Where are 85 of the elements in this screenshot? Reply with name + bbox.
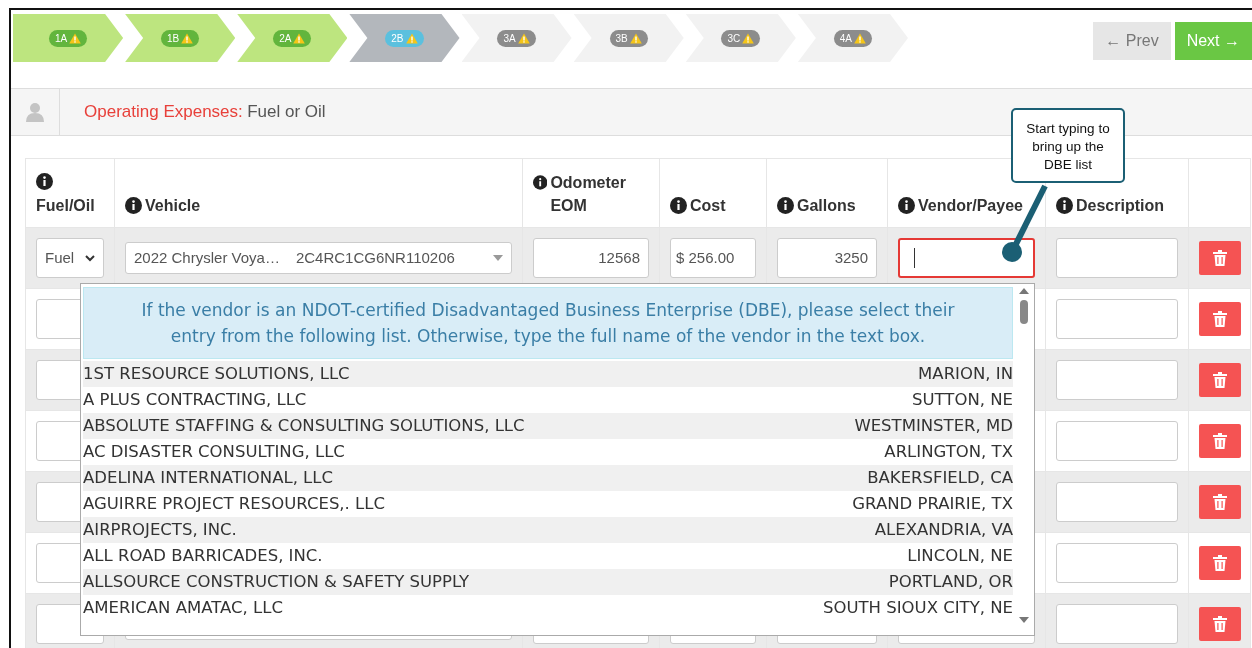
vendor-name: AMERICAN AMATAC, LLC — [83, 596, 283, 619]
cost-field[interactable]: $ 256.00 — [670, 238, 756, 278]
vehicle-select[interactable]: 2022 Chrysler Voya… 2C4RC1CG6NR110206 — [125, 242, 512, 274]
delete-button[interactable] — [1199, 485, 1241, 519]
vendor-name: A PLUS CONTRACTING, LLC — [83, 388, 307, 411]
description-field[interactable] — [1056, 543, 1178, 583]
step-badge: 3A — [497, 29, 536, 47]
vendor-name: ALLSOURCE CONSTRUCTION & SAFETY SUPPLY — [83, 570, 470, 593]
vendor-location: GRAND PRAIRIE, TX — [852, 492, 1013, 515]
step-badge: 1A — [48, 29, 88, 47]
column-header: Odometer EOM — [550, 172, 627, 216]
scrollbar-thumb[interactable] — [1019, 300, 1028, 324]
vendor-name: AIRPROJECTS, INC. — [83, 518, 237, 541]
description-field[interactable] — [1056, 299, 1178, 339]
dropdown-arrow-icon — [493, 255, 503, 261]
vendor-option[interactable]: ABSOLUTE STAFFING & CONSULTING SOLUTIONS, LLC WESTMINSTER, MD — [83, 413, 1013, 439]
gallons-field[interactable]: 3250 — [777, 238, 877, 278]
info-icon — [36, 172, 53, 190]
vendor-name: 1ST RESOURCE SOLUTIONS, LLC — [83, 362, 350, 385]
delete-button[interactable] — [1199, 607, 1241, 641]
section-title: Operating Expenses: Fuel or Oil — [84, 101, 326, 124]
step-badge: 2B — [385, 29, 424, 47]
trash-icon — [1213, 555, 1227, 571]
column-header: Fuel/Oil — [36, 196, 95, 214]
info-icon — [533, 173, 548, 191]
trash-icon — [1213, 433, 1227, 449]
vendor-location: BAKERSFIELD, CA — [867, 466, 1013, 489]
description-field[interactable] — [1056, 482, 1178, 522]
step-badge: 3B — [609, 29, 648, 47]
delete-button[interactable] — [1199, 363, 1241, 397]
vendor-option[interactable]: AIRPROJECTS, INC. ALEXANDRIA, VA — [83, 517, 1013, 543]
trash-icon — [1213, 494, 1227, 510]
trash-icon — [1213, 311, 1227, 327]
vendor-option[interactable]: ALLSOURCE CONSTRUCTION & SAFETY SUPPLY PORTLAND, OR — [83, 569, 1013, 595]
vendor-location: PORTLAND, OR — [888, 570, 1013, 593]
scroll-down-arrow-icon — [1018, 617, 1029, 623]
tooltip-text: Start typing to bring up the DBE list — [1011, 108, 1125, 183]
delete-button[interactable] — [1199, 546, 1241, 580]
step-badge: 2A — [273, 29, 312, 47]
trash-icon — [1213, 372, 1227, 388]
step-badge: 1B — [161, 29, 200, 47]
description-field[interactable] — [1056, 238, 1178, 278]
chevron-icon — [85, 254, 95, 262]
vendor-name: AC DISASTER CONSULTING, LLC — [83, 440, 345, 463]
vendor-location: ARLINGTON, TX — [884, 440, 1013, 463]
info-icon — [777, 196, 794, 214]
step-badge: 4A — [833, 29, 873, 47]
vendor-location: SUTTON, NE — [912, 388, 1013, 411]
user-icon — [26, 102, 44, 122]
odometer-field[interactable]: 12568 — [533, 238, 649, 278]
info-icon — [125, 196, 142, 214]
vendor-location: MARION, IN — [918, 362, 1013, 385]
delete-button[interactable] — [1199, 241, 1241, 275]
info-icon — [898, 196, 915, 214]
delete-button[interactable] — [1199, 302, 1241, 336]
step-badge: 3C — [721, 29, 761, 47]
scroll-up-arrow-icon — [1018, 288, 1029, 294]
prev-button[interactable]: ← Prev — [1093, 22, 1171, 60]
delete-button[interactable] — [1199, 424, 1241, 458]
vendor-name: ADELINA INTERNATIONAL, LLC — [83, 466, 334, 489]
description-field[interactable] — [1056, 360, 1178, 400]
vendor-option[interactable]: 1ST RESOURCE SOLUTIONS, LLC MARION, IN — [83, 361, 1013, 387]
vendor-location: LINCOLN, NE — [907, 544, 1013, 567]
vendor-location: WESTMINSTER, MD — [854, 414, 1013, 437]
trash-icon — [1213, 616, 1227, 632]
info-icon — [1056, 196, 1073, 214]
vendor-field[interactable] — [898, 238, 1035, 278]
vendor-option[interactable]: ADELINA INTERNATIONAL, LLC BAKERSFIELD, CA — [83, 465, 1013, 491]
vendor-name: AGUIRRE PROJECT RESOURCES,. LLC — [83, 492, 385, 515]
description-field[interactable] — [1056, 421, 1178, 461]
vendor-location: SOUTH SIOUX CITY, NE — [822, 596, 1013, 619]
column-header: Gallons — [797, 195, 856, 216]
text-cursor — [914, 248, 915, 268]
column-header: Vehicle — [145, 195, 201, 216]
column-header: Cost — [690, 195, 726, 216]
trash-icon — [1213, 250, 1227, 266]
info-icon — [670, 196, 687, 214]
vendor-name: ABSOLUTE STAFFING & CONSULTING SOLUTIONS, LLC — [83, 414, 525, 437]
vendor-name: ALL ROAD BARRICADES, INC. — [83, 544, 323, 567]
vendor-location: ALEXANDRIA, VA — [874, 518, 1013, 541]
description-field[interactable] — [1056, 604, 1178, 644]
column-header: Vendor/Payee — [918, 195, 1023, 216]
info-message: If the vendor is an NDOT-certified Disadvantaged Business Enterprise (DBE), please select their entry from the following list. Otherwise, type the full name of the vendor in the text box. — [83, 287, 1013, 359]
fuel-select[interactable]: Fuel — [36, 238, 104, 278]
column-header: Description — [1076, 195, 1164, 216]
